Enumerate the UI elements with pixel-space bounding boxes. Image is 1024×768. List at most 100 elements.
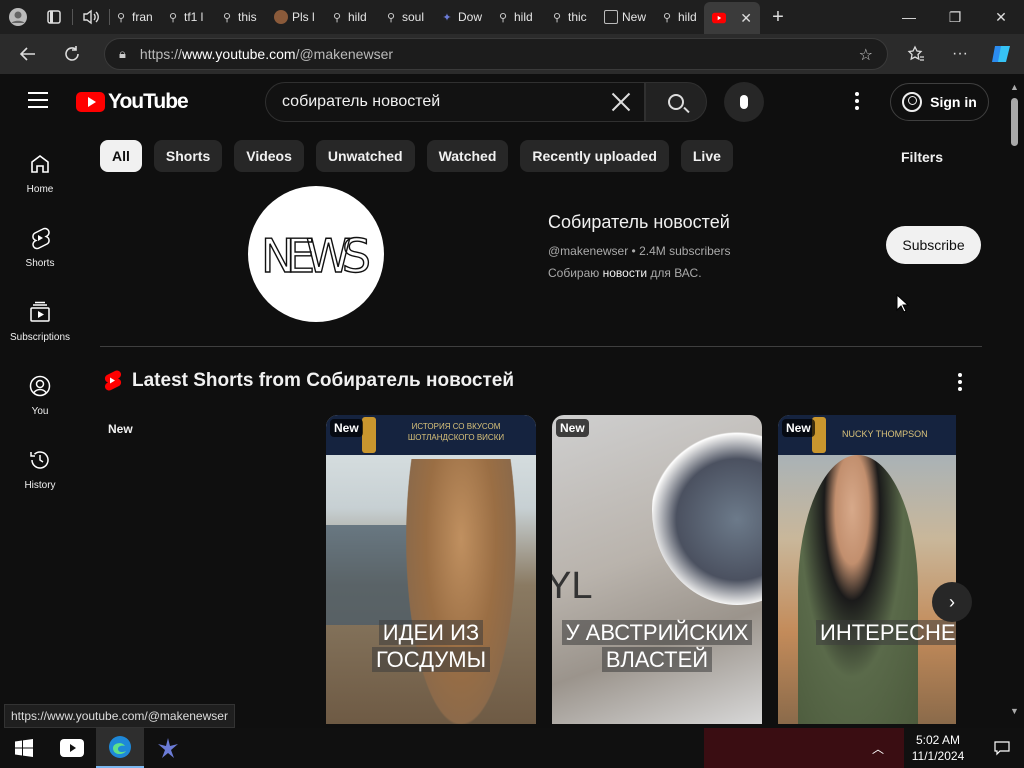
chip-live[interactable]: Live	[680, 140, 733, 172]
minimize-icon[interactable]: —	[886, 0, 932, 34]
search-button[interactable]	[645, 82, 707, 122]
taskbar-clock[interactable]: 5:02 AM 11/1/2024	[896, 732, 980, 764]
notifications-icon[interactable]	[980, 740, 1024, 756]
windows-taskbar: ︿ 5:02 AM 11/1/2024	[0, 728, 1024, 768]
url-field[interactable]: 🔒︎ https://www.youtube.com/@makenewser ☆	[104, 38, 888, 70]
page-scrollbar[interactable]: ▲ ▼	[1006, 76, 1024, 724]
section-menu-kebab-icon[interactable]	[958, 373, 962, 391]
browser-tab[interactable]: ⚲ fran	[110, 2, 162, 32]
voice-search-button[interactable]	[724, 82, 764, 122]
settings-kebab-icon[interactable]	[854, 92, 860, 110]
woman-figure	[798, 455, 918, 724]
youtube-play-icon	[76, 92, 105, 112]
chip-watched[interactable]: Watched	[426, 140, 509, 172]
scroll-up-arrow-icon[interactable]: ▲	[1010, 82, 1019, 92]
browser-tab[interactable]: ⚲ this	[216, 2, 270, 32]
mouse-cursor-icon	[896, 294, 910, 313]
browser-tab[interactable]: New	[600, 2, 656, 32]
chip-recently-uploaded[interactable]: Recently uploaded	[520, 140, 669, 172]
channel-avatar[interactable]: NEWS	[248, 186, 384, 322]
taskbar-edge[interactable]	[96, 728, 144, 768]
tab-actions-icon[interactable]	[36, 0, 72, 34]
browser-tab[interactable]: ⚲ hild	[326, 2, 380, 32]
chip-all[interactable]: All	[100, 140, 142, 172]
sidebar-item-shorts[interactable]: Shorts	[4, 210, 76, 284]
background-monitor	[326, 525, 416, 625]
link-status-bar: https://www.youtube.com/@makenewser	[4, 704, 235, 728]
mini-sidebar: Home Shorts Subscriptions You History	[4, 136, 76, 506]
menu-hamburger-icon[interactable]	[28, 92, 48, 108]
microphone-icon	[740, 95, 748, 109]
start-button[interactable]	[0, 728, 48, 768]
chip-shorts[interactable]: Shorts	[153, 140, 223, 172]
short-card[interactable]: YL New У АВСТРИЙСКИХ ВЛАСТЕЙ	[552, 415, 762, 724]
history-icon	[30, 450, 49, 469]
new-badge: New	[330, 419, 363, 437]
filters-button[interactable]: Filters	[901, 149, 943, 165]
favorite-star-icon[interactable]: ☆	[859, 45, 873, 65]
browser-tab[interactable]: ⚲ hild	[656, 2, 704, 32]
channel-description[interactable]: Собираю новости для ВАС.	[548, 266, 702, 280]
sidebar-item-home[interactable]: Home	[4, 136, 76, 210]
copilot-icon[interactable]	[980, 34, 1024, 74]
channel-name[interactable]: Собиратель новостей	[548, 212, 730, 233]
subscribe-button[interactable]: Subscribe	[886, 226, 981, 264]
browser-tab[interactable]: Pls l	[270, 2, 326, 32]
taskbar-youtube[interactable]	[48, 728, 96, 768]
close-window-icon[interactable]: ✕	[978, 0, 1024, 34]
browser-tab[interactable]: ⚲ hild	[492, 2, 546, 32]
channel-avatar-text: NEWS	[261, 229, 371, 283]
sign-in-button[interactable]: Sign in	[890, 83, 989, 121]
dove-icon: ✦	[442, 11, 452, 24]
shorts-section-title: Latest Shorts from Собиратель новостей	[132, 370, 514, 391]
browser-tab[interactable]: ✦ Dow	[436, 2, 492, 32]
browser-tab[interactable]: ⚲ soul	[380, 2, 436, 32]
clear-search-icon[interactable]	[610, 91, 632, 113]
favorites-icon[interactable]	[894, 34, 938, 74]
section-divider	[100, 346, 982, 347]
refresh-icon[interactable]	[50, 34, 94, 74]
browser-tab[interactable]: ⚲ tf1 l	[162, 2, 216, 32]
channel-meta: @makenewser • 2.4M subscribers	[548, 244, 731, 258]
read-aloud-icon[interactable]	[73, 0, 109, 34]
scrollbar-thumb[interactable]	[1011, 98, 1018, 146]
taskbar-app[interactable]	[144, 728, 192, 768]
channel-handle: @makenewser	[548, 244, 629, 258]
restore-icon[interactable]: ❐	[932, 0, 978, 34]
sidebar-item-history[interactable]: History	[4, 432, 76, 506]
dove-icon	[158, 738, 178, 758]
more-menu-icon[interactable]: ···	[938, 34, 982, 74]
browser-tab-active[interactable]: ✕	[704, 2, 760, 34]
search-query: собиратель новостей	[282, 93, 441, 110]
sidebar-item-you[interactable]: You	[4, 358, 76, 432]
short-caption: У АВСТРИЙСКИХ ВЛАСТЕЙ	[552, 619, 762, 673]
scroll-down-arrow-icon[interactable]: ▼	[1010, 706, 1019, 716]
short-card[interactable]: NUCKY THOMPSON New ИНТЕРЕСНЕЕ	[778, 415, 956, 724]
search-icon	[668, 94, 684, 110]
search-icon: ⚲	[386, 11, 396, 24]
search-icon: ⚲	[116, 11, 126, 24]
next-arrow-button[interactable]: ›	[932, 582, 972, 622]
short-card[interactable]: ИСТОРИЯ СО ВКУСОМ ШОТЛАНДСКОГО ВИСКИ New…	[326, 415, 536, 724]
sidebar-item-subscriptions[interactable]: Subscriptions	[4, 284, 76, 358]
new-badge: New	[782, 419, 815, 437]
shorts-logo-icon	[104, 370, 122, 391]
back-icon[interactable]	[6, 34, 50, 74]
address-toolbar: 🔒︎ https://www.youtube.com/@makenewser ☆…	[0, 34, 1024, 74]
woman-hair	[406, 459, 516, 724]
browser-tab[interactable]: ⚲ thic	[546, 2, 600, 32]
shorts-icon	[32, 227, 50, 249]
chip-videos[interactable]: Videos	[234, 140, 304, 172]
search-icon: ⚲	[552, 11, 562, 24]
sign-fragment: YL	[552, 565, 593, 607]
close-tab-icon[interactable]: ✕	[740, 10, 752, 27]
chevron-up-icon[interactable]: ︿	[860, 740, 896, 757]
chip-unwatched[interactable]: Unwatched	[315, 140, 415, 172]
youtube-logo[interactable]: YouTube	[76, 90, 189, 114]
search-input[interactable]: собиратель новостей	[265, 82, 645, 122]
subscriptions-icon	[30, 301, 50, 322]
new-tab-icon[interactable]: +	[760, 0, 796, 34]
profile-icon[interactable]	[0, 0, 36, 34]
subscriber-count: 2.4M subscribers	[639, 244, 731, 258]
page-icon	[604, 10, 618, 24]
